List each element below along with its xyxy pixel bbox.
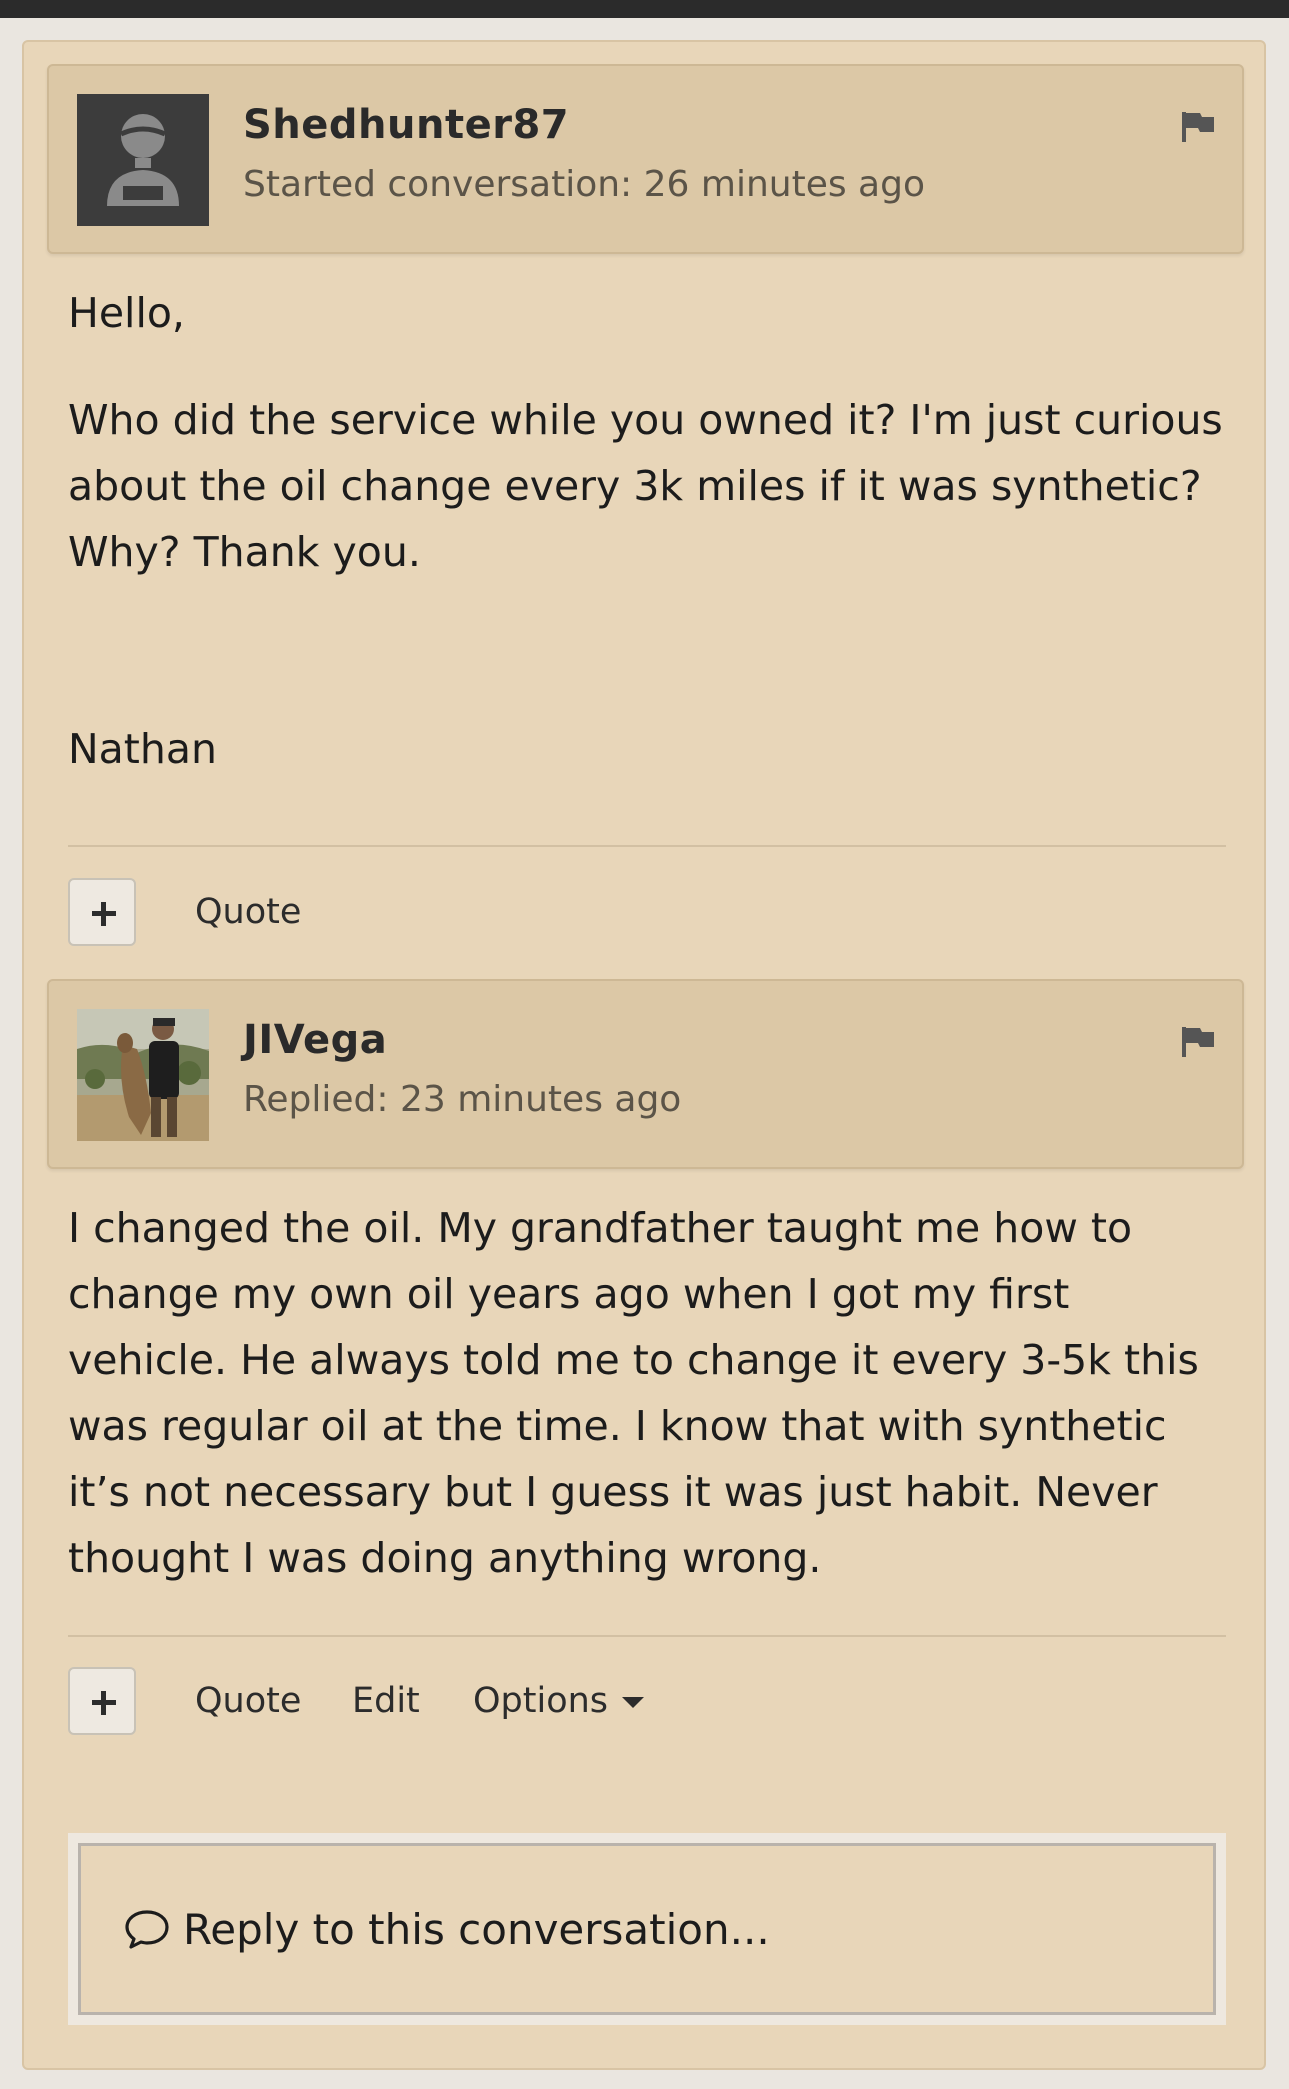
- message-header-1: Shedhunter87 Started conversation: 26 mi…: [47, 64, 1244, 254]
- quote-link[interactable]: Quote: [195, 1681, 301, 1721]
- speech-bubble-icon: [125, 1910, 169, 1949]
- avatar-jivega[interactable]: [77, 1009, 209, 1141]
- flag-icon[interactable]: [1180, 110, 1216, 144]
- message-paragraph: Nathan: [68, 725, 217, 773]
- quote-link[interactable]: Quote: [195, 892, 301, 932]
- message-body-1: Hello, Who did the service while you own…: [68, 280, 1238, 782]
- reply-placeholder: Reply to this conversation...: [183, 1904, 770, 1954]
- message-paragraph: I changed the oil. My grandfather taught…: [68, 1204, 1199, 1582]
- message-paragraph: Who did the service while you owned it? …: [68, 396, 1223, 576]
- conversation-panel: Shedhunter87 Started conversation: 26 mi…: [22, 40, 1266, 2070]
- avatar-shedhunter87[interactable]: [77, 94, 209, 226]
- message-body-2: I changed the oil. My grandfather taught…: [68, 1195, 1238, 1591]
- options-label: Options: [473, 1681, 609, 1721]
- message-meta: Replied: 23 minutes ago: [243, 1079, 682, 1120]
- message-actions-2: Quote Edit Options: [68, 1667, 1228, 1739]
- username[interactable]: Shedhunter87: [243, 102, 569, 148]
- flag-icon[interactable]: [1180, 1025, 1216, 1059]
- top-bar: [0, 0, 1289, 18]
- message-paragraph: Hello,: [68, 289, 185, 337]
- reply-input[interactable]: Reply to this conversation...: [78, 1843, 1216, 2015]
- divider: [68, 845, 1226, 847]
- options-menu[interactable]: Options: [473, 1681, 645, 1721]
- caret-down-icon: [622, 1696, 645, 1708]
- message-header-2: JIVega Replied: 23 minutes ago: [47, 979, 1244, 1169]
- default-avatar-icon: [77, 94, 209, 226]
- edit-link[interactable]: Edit: [352, 1681, 420, 1721]
- plus-icon[interactable]: [68, 1667, 136, 1735]
- username[interactable]: JIVega: [243, 1017, 387, 1063]
- divider: [68, 1635, 1226, 1637]
- plus-icon[interactable]: [68, 878, 136, 946]
- user-photo: [77, 1009, 209, 1141]
- message-meta: Started conversation: 26 minutes ago: [243, 164, 925, 205]
- reply-wrapper: Reply to this conversation...: [68, 1833, 1226, 2025]
- message-actions-1: Quote: [68, 878, 1228, 950]
